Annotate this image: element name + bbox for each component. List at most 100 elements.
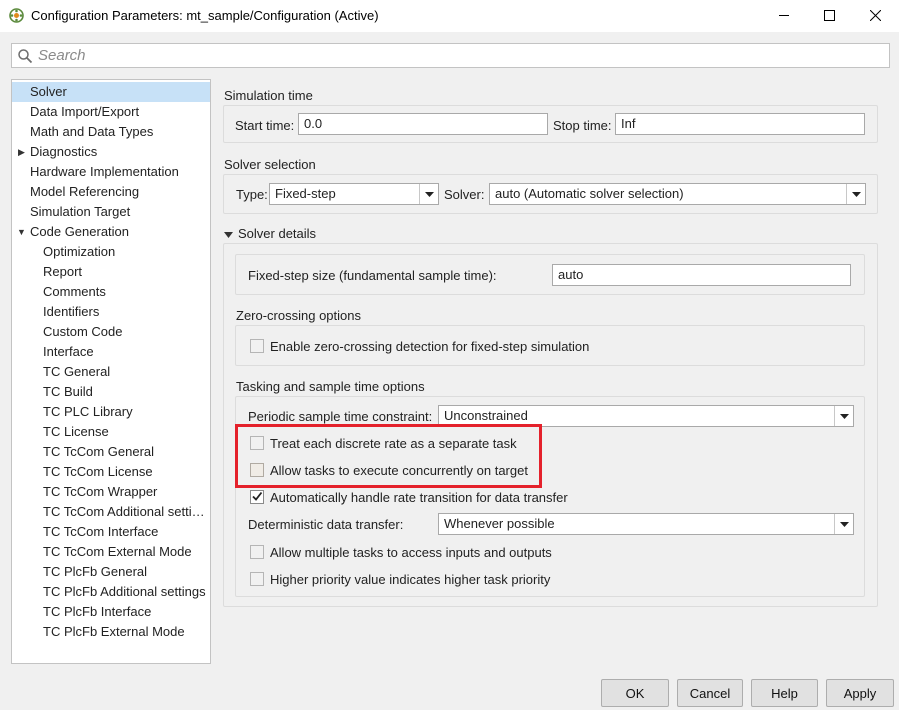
multi-task-access-checkbox[interactable] <box>250 545 264 559</box>
priority-order-label: Higher priority value indicates higher t… <box>270 572 551 587</box>
tree-item-tc-plc-library[interactable]: TC PLC Library <box>12 402 210 422</box>
chevron-down-icon[interactable] <box>834 514 853 534</box>
tree-item-label: Diagnostics <box>30 144 98 159</box>
window-title: Configuration Parameters: mt_sample/Conf… <box>31 8 379 23</box>
tree-item-identifiers[interactable]: Identifiers <box>12 302 210 322</box>
search-box[interactable] <box>11 43 890 68</box>
tree-item-tc-plcfb-additional-settings[interactable]: TC PlcFb Additional settings <box>12 582 210 602</box>
tree-item-comments[interactable]: Comments <box>12 282 210 302</box>
solver-value: auto (Automatic solver selection) <box>495 186 684 201</box>
tree-item-label: Simulation Target <box>30 204 131 219</box>
tree-item-math-and-data-types[interactable]: Math and Data Types <box>12 122 210 142</box>
periodic-constraint-value: Unconstrained <box>444 408 528 423</box>
highlight-annotation <box>235 424 542 488</box>
tree-item-tc-tccom-additional-settings[interactable]: TC TcCom Additional setti… <box>12 502 210 522</box>
tree-item-label: TC PlcFb Interface <box>43 604 152 619</box>
tree-item-label: TC TcCom Wrapper <box>43 484 158 499</box>
tree-item-label: TC PLC Library <box>43 404 133 419</box>
zero-crossing-label: Enable zero-crossing detection for fixed… <box>270 339 590 354</box>
minimize-button[interactable] <box>761 0 807 32</box>
tree-item-label: Comments <box>43 284 106 299</box>
tree-item-report[interactable]: Report <box>12 262 210 282</box>
tree-item-custom-code[interactable]: Custom Code <box>12 322 210 342</box>
tree-item-tc-build[interactable]: TC Build <box>12 382 210 402</box>
fixed-step-size-label: Fixed-step size (fundamental sample time… <box>248 268 497 283</box>
solver-type-value: Fixed-step <box>275 186 336 201</box>
tree-item-interface[interactable]: Interface <box>12 342 210 362</box>
tree-item-tc-tccom-wrapper[interactable]: TC TcCom Wrapper <box>12 482 210 502</box>
category-tree[interactable]: Solver Data Import/Export Math and Data … <box>11 79 211 664</box>
stop-time-label: Stop time: <box>553 118 612 133</box>
tree-item-tc-tccom-license[interactable]: TC TcCom License <box>12 462 210 482</box>
solver-details-toggle[interactable]: Solver details <box>224 226 316 241</box>
maximize-icon <box>823 9 835 24</box>
tree-item-code-generation[interactable]: ▼ Code Generation <box>12 222 210 242</box>
solver-selection-heading: Solver selection <box>224 157 316 172</box>
tree-item-label: TC TcCom Interface <box>43 524 159 539</box>
tree-item-label: Data Import/Export <box>30 104 140 119</box>
auto-rate-transition-label: Automatically handle rate transition for… <box>270 490 568 505</box>
deterministic-transfer-select[interactable]: Whenever possible <box>438 513 854 535</box>
tree-item-solver[interactable]: Solver <box>12 82 210 102</box>
tree-item-tc-plcfb-external-mode[interactable]: TC PlcFb External Mode <box>12 622 210 642</box>
tree-item-label: TC License <box>43 424 109 439</box>
solver-label: Solver: <box>444 187 485 202</box>
tree-item-label: TC PlcFb External Mode <box>43 624 185 639</box>
zero-crossing-checkbox[interactable] <box>250 339 264 353</box>
tree-item-optimization[interactable]: Optimization <box>12 242 210 262</box>
help-button[interactable]: Help <box>751 679 818 707</box>
tree-item-label: Identifiers <box>43 304 100 319</box>
deterministic-transfer-label: Deterministic data transfer: <box>248 517 404 532</box>
deterministic-transfer-value: Whenever possible <box>444 516 555 531</box>
auto-rate-transition-checkbox[interactable] <box>250 490 264 504</box>
start-time-label: Start time: <box>235 118 295 133</box>
tree-item-label: TC TcCom Additional setti… <box>43 504 205 519</box>
tree-item-label: TC General <box>43 364 111 379</box>
tree-item-label: TC PlcFb Additional settings <box>43 584 206 599</box>
tree-item-label: Solver <box>30 84 67 99</box>
tree-item-tc-tccom-interface[interactable]: TC TcCom Interface <box>12 522 210 542</box>
tree-item-label: TC PlcFb General <box>43 564 148 579</box>
tree-item-label: Code Generation <box>30 224 130 239</box>
tasking-heading: Tasking and sample time options <box>236 379 425 394</box>
expand-arrow-icon[interactable]: ▶ <box>18 142 25 162</box>
tree-item-label: Math and Data Types <box>30 124 154 139</box>
simulation-time-heading: Simulation time <box>224 88 313 103</box>
stop-time-field[interactable]: Inf <box>615 113 865 135</box>
tree-item-tc-tccom-general[interactable]: TC TcCom General <box>12 442 210 462</box>
chevron-down-icon[interactable] <box>846 184 865 204</box>
solver-type-select[interactable]: Fixed-step <box>269 183 439 205</box>
checkmark-icon <box>251 490 263 505</box>
cancel-button[interactable]: Cancel <box>677 679 743 707</box>
maximize-button[interactable] <box>806 0 852 32</box>
tree-item-tc-plcfb-general[interactable]: TC PlcFb General <box>12 562 210 582</box>
close-icon <box>869 9 881 24</box>
tree-item-label: Hardware Implementation <box>30 164 179 179</box>
multi-task-access-label: Allow multiple tasks to access inputs an… <box>270 545 552 560</box>
tree-item-hardware-implementation[interactable]: Hardware Implementation <box>12 162 210 182</box>
title-bar: Configuration Parameters: mt_sample/Conf… <box>0 0 899 32</box>
collapse-arrow-icon <box>224 226 233 241</box>
tree-item-label: Optimization <box>43 244 116 259</box>
tree-item-model-referencing[interactable]: Model Referencing <box>12 182 210 202</box>
apply-button[interactable]: Apply <box>826 679 894 707</box>
tree-item-tc-general[interactable]: TC General <box>12 362 210 382</box>
priority-order-checkbox[interactable] <box>250 572 264 586</box>
chevron-down-icon[interactable] <box>419 184 438 204</box>
fixed-step-size-field[interactable]: auto <box>552 264 851 286</box>
chevron-down-icon[interactable] <box>834 406 853 426</box>
solver-select[interactable]: auto (Automatic solver selection) <box>489 183 866 205</box>
tree-item-data-import-export[interactable]: Data Import/Export <box>12 102 210 122</box>
close-button[interactable] <box>852 0 898 32</box>
tree-item-tc-plcfb-interface[interactable]: TC PlcFb Interface <box>12 602 210 622</box>
ok-button[interactable]: OK <box>601 679 669 707</box>
start-time-field[interactable]: 0.0 <box>298 113 548 135</box>
tree-item-label: Report <box>43 264 83 279</box>
tree-item-tc-license[interactable]: TC License <box>12 422 210 442</box>
tree-item-tc-tccom-external-mode[interactable]: TC TcCom External Mode <box>12 542 210 562</box>
tree-item-diagnostics[interactable]: ▶ Diagnostics <box>12 142 210 162</box>
tree-item-simulation-target[interactable]: Simulation Target <box>12 202 210 222</box>
collapse-arrow-icon[interactable]: ▼ <box>17 222 26 242</box>
search-input[interactable] <box>38 46 878 65</box>
tree-item-label: TC TcCom External Mode <box>43 544 192 559</box>
